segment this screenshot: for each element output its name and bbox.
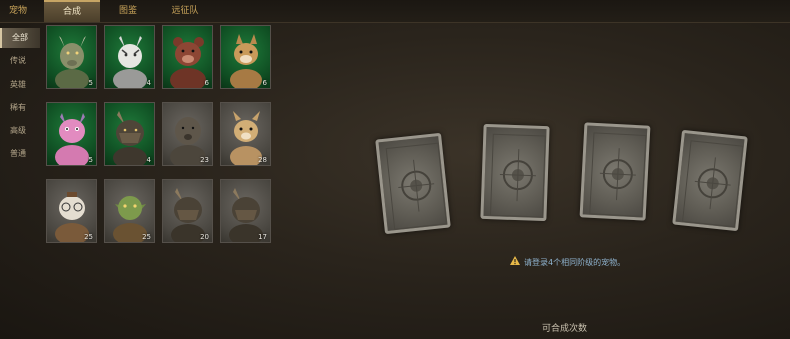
category-advanced[interactable]: 高级 — [0, 121, 40, 141]
pet-slot[interactable]: 25 — [46, 179, 97, 243]
notice-text: 请登录4个相同阶级的宠物。 — [524, 258, 626, 267]
tab-collection[interactable]: 图鉴 — [103, 0, 153, 22]
category-hero[interactable]: 英雄 — [0, 75, 40, 95]
pet-count: 4 — [146, 156, 151, 164]
pet-count: 25 — [84, 233, 93, 241]
category-all[interactable]: 全部 — [0, 28, 40, 48]
category-normal[interactable]: 普通 — [0, 144, 40, 164]
pet-slot[interactable]: 20 — [162, 179, 213, 243]
tab-expedition[interactable]: 远征队 — [160, 0, 210, 22]
tab-pets[interactable]: 宠物 — [0, 0, 36, 22]
pet-count: 28 — [258, 156, 267, 164]
notice: 请登录4个相同阶级的宠物。 — [510, 256, 625, 268]
pet-slot[interactable]: 25 — [104, 179, 155, 243]
pet-count: 6 — [262, 79, 267, 87]
top-tab-bar: 宠物 合成 图鉴 远征队 — [0, 0, 790, 23]
card-back-icon — [589, 132, 647, 217]
synthesis-card-slot-3[interactable] — [579, 122, 651, 221]
pet-slot[interactable]: 5 — [46, 102, 97, 166]
card-back-icon — [489, 133, 546, 218]
card-back-icon — [385, 142, 447, 230]
pet-slot[interactable]: 4 — [104, 102, 155, 166]
synthesis-card-slot-1[interactable] — [375, 132, 451, 235]
pet-slot[interactable]: 28 — [220, 102, 271, 166]
pet-slot[interactable]: 5 — [46, 25, 97, 89]
pet-count: 5 — [88, 156, 93, 164]
category-legend[interactable]: 传说 — [0, 51, 40, 71]
category-rare[interactable]: 稀有 — [0, 98, 40, 118]
pet-slot[interactable]: 17 — [220, 179, 271, 243]
warning-icon — [510, 256, 520, 269]
pet-count: 25 — [142, 233, 151, 241]
pet-count: 17 — [258, 233, 267, 241]
synthesis-card-slot-4[interactable] — [672, 129, 748, 232]
pet-slot[interactable]: 23 — [162, 102, 213, 166]
pet-slot[interactable]: 4 — [104, 25, 155, 89]
pet-count: 4 — [146, 79, 151, 87]
pet-count: 6 — [204, 79, 209, 87]
tab-synthesis[interactable]: 合成 — [44, 0, 100, 22]
pet-slot[interactable]: 6 — [162, 25, 213, 89]
synthesis-card-slot-2[interactable] — [480, 123, 550, 222]
card-back-icon — [682, 140, 744, 228]
pet-count: 5 — [88, 79, 93, 87]
pet-count: 23 — [200, 156, 209, 164]
pet-count: 20 — [200, 233, 209, 241]
pet-slot[interactable]: 6 — [220, 25, 271, 89]
craft-count-label: 可合成次数 — [542, 324, 588, 334]
